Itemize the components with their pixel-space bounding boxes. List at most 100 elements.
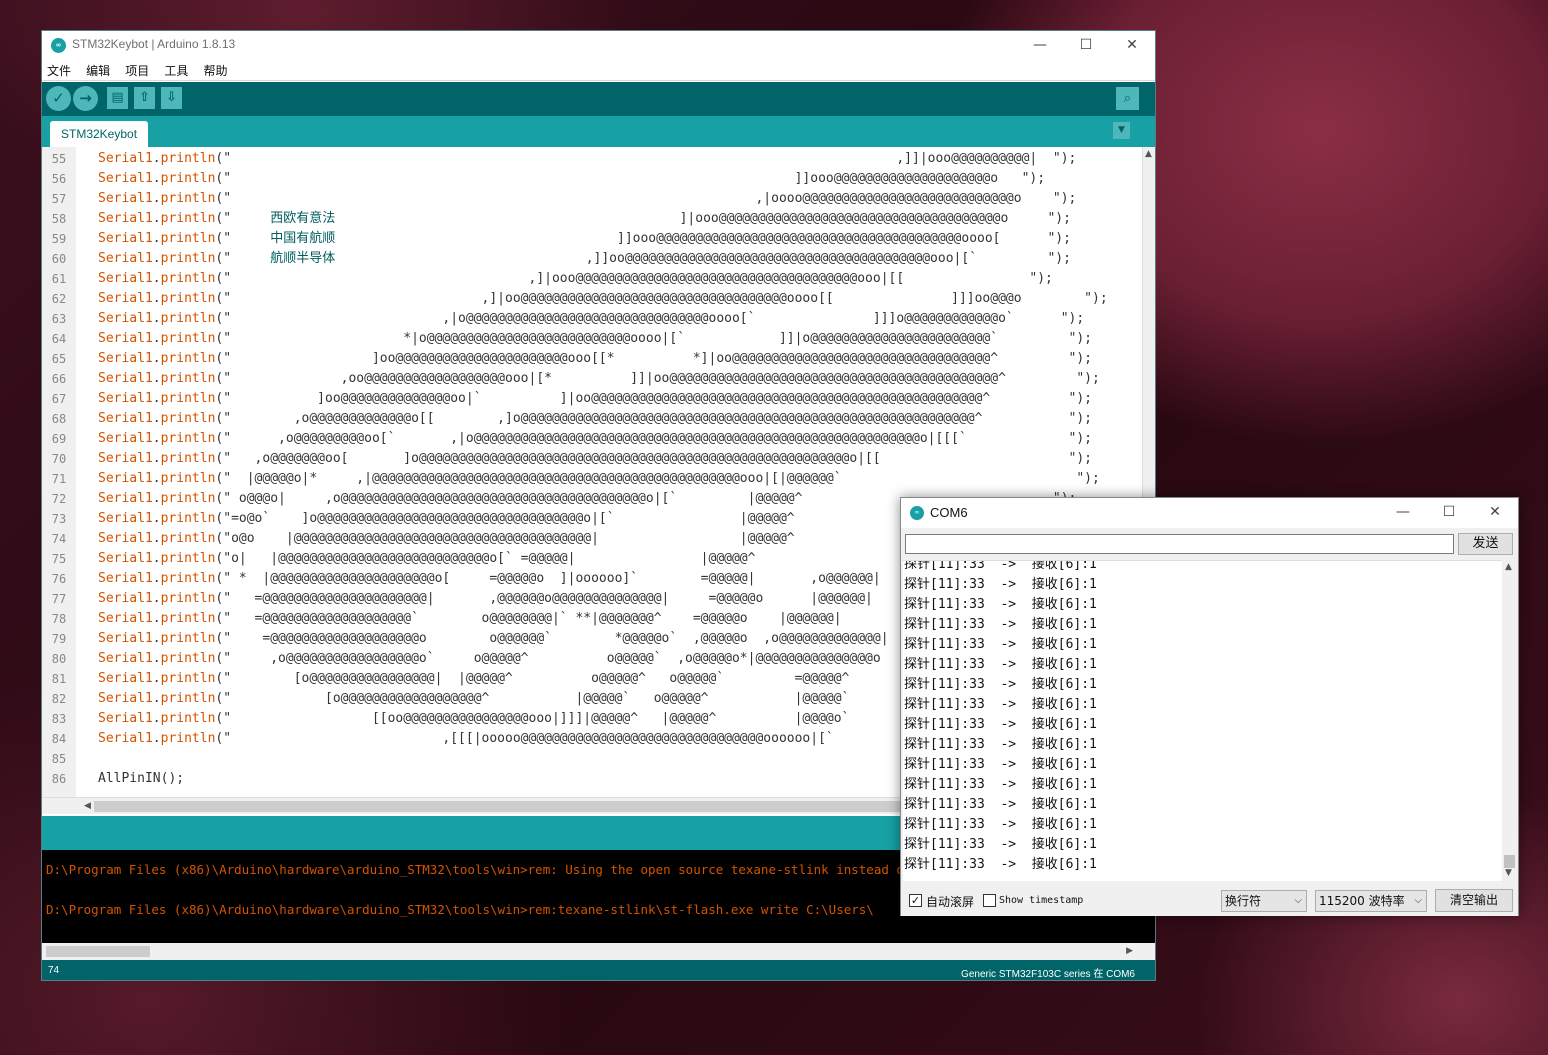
new-sketch-button[interactable]: ▤ [107, 87, 128, 109]
menu-tools[interactable]: 工具 [159, 60, 193, 79]
serial-output-line: 探针[11]:33 -> 接收[6]:1 [904, 857, 1097, 872]
line-number: 70 [51, 452, 67, 466]
code-line: 66 Serial1.println(" ,oo@@@@@@@@@@@@@@@@@… [42, 369, 1155, 389]
scrollbar-thumb[interactable] [1504, 855, 1515, 868]
scrollbar-thumb[interactable] [94, 801, 944, 812]
line-number: 67 [51, 392, 67, 406]
menu-sketch[interactable]: 项目 [120, 60, 154, 79]
verify-button[interactable]: ✓ [46, 86, 71, 111]
upload-button[interactable]: → [73, 86, 98, 111]
code-line: 56 Serial1.println(" ]]ooo@@@@@@@@@@@@@@@… [42, 169, 1155, 189]
line-number: 82 [51, 692, 67, 706]
code-text: Serial1.println(" ,|oooo@@@@@@@@@@@@@@@@… [98, 191, 1077, 206]
serial-output-line: 探针[11]:33 -> 接收[6]:1 [904, 757, 1097, 772]
line-number: 69 [51, 432, 67, 446]
maximize-button[interactable]: ☐ [1426, 498, 1472, 527]
minimize-button[interactable]: — [1017, 31, 1063, 60]
line-number: 81 [51, 672, 67, 686]
console-horizontal-scrollbar[interactable]: ▶ [42, 943, 1155, 960]
tab-menu-button[interactable]: ▼ [1113, 122, 1130, 139]
autoscroll-checkbox[interactable]: ✓ [909, 894, 922, 907]
serial-output-line: 探针[11]:33 -> 接收[6]:1 [904, 717, 1097, 732]
code-text: Serial1.println(" ,oo@@@@@@@@@@@@@@@@@@o… [98, 371, 1100, 386]
serial-output-line: 探针[11]:33 -> 接收[6]:1 [904, 777, 1097, 792]
line-number: 75 [51, 552, 67, 566]
serial-output-line: 探针[11]:33 -> 接收[6]:1 [904, 617, 1097, 632]
line-number: 84 [51, 732, 67, 746]
baud-rate-select[interactable]: 115200 波特率 ⌵ [1315, 890, 1427, 912]
status-bar: 74 Generic STM32F103C series 在 COM6 [42, 960, 1155, 980]
serial-output-line: 探针[11]:33 -> 接收[6]:1 [904, 657, 1097, 672]
serial-vertical-scrollbar[interactable]: ▲ ▼ [1502, 560, 1517, 881]
minimize-button[interactable]: — [1380, 498, 1426, 527]
baud-rate-value: 115200 波特率 [1319, 894, 1405, 908]
scroll-down-icon: ▼ [1505, 868, 1512, 878]
serial-titlebar[interactable]: ∞ COM6 — ☐ ✕ [901, 498, 1518, 528]
code-line: 63 Serial1.println(" ,|o@@@@@@@@@@@@@@@@@… [42, 309, 1155, 329]
clear-output-button[interactable]: 清空输出 [1435, 889, 1513, 912]
serial-monitor-button[interactable]: ⌕ [1116, 87, 1139, 110]
arduino-logo-icon: ∞ [910, 506, 924, 520]
menu-help[interactable]: 帮助 [198, 60, 232, 79]
menu-bar: 文件 编辑 项目 工具 帮助 [42, 60, 1155, 81]
code-line: 57 Serial1.println(" ,|oooo@@@@@@@@@@@@@@… [42, 189, 1155, 209]
send-button[interactable]: 发送 [1458, 533, 1513, 555]
code-line: 59 Serial1.println(" 中国有航顺 ]]ooo@@@@@@@@@… [42, 229, 1155, 249]
code-line: 55 Serial1.println(" ,]]|ooo@@@@@@@@@@| "… [42, 149, 1155, 169]
serial-send-input[interactable] [905, 534, 1454, 554]
serial-output-line: 探针[11]:33 -> 接收[6]:1 [904, 560, 1097, 572]
window-title: STM32Keybot | Arduino 1.8.13 [72, 37, 236, 51]
magnifier-icon: ⌕ [1123, 91, 1132, 106]
code-text: Serial1.println(" ,o@@@@@@@@@oo[` ,|o@@@… [98, 431, 1093, 446]
code-line: 58 Serial1.println(" 西欧有意法 ]|ooo@@@@@@@@@… [42, 209, 1155, 229]
code-text: AllPinIN(); [98, 771, 185, 786]
serial-output-line: 探针[11]:33 -> 接收[6]:1 [904, 637, 1097, 652]
line-number: 60 [51, 252, 67, 266]
code-line: 65 Serial1.println(" ]oo@@@@@@@@@@@@@@@@@… [42, 349, 1155, 369]
line-number-status: 74 [48, 965, 60, 976]
code-text: Serial1.println(" ,o@@@@@@@oo[ ]o@@@@@@@… [98, 451, 1093, 466]
code-text: Serial1.println(" 航顺半导体 ,]]oo@@@@@@@@@@@… [98, 251, 1071, 266]
scroll-up-icon: ▲ [1145, 149, 1152, 159]
arrow-down-icon: ⇩ [166, 90, 177, 105]
serial-output[interactable]: 探针[11]:33 -> 接收[6]:1 探针[11]:33 -> 接收[6]:1… [903, 560, 1502, 881]
serial-output-line: 探针[11]:33 -> 接收[6]:1 [904, 817, 1097, 832]
line-number: 58 [51, 212, 67, 226]
scroll-left-icon: ◀ [84, 801, 91, 811]
close-button[interactable]: ✕ [1472, 498, 1518, 527]
menu-edit[interactable]: 编辑 [81, 60, 115, 79]
menu-file[interactable]: 文件 [42, 60, 76, 79]
new-file-icon: ▤ [111, 90, 124, 105]
arrow-up-icon: ⇧ [139, 90, 150, 105]
code-text: Serial1.println(" ,]|ooo@@@@@@@@@@@@@@@@… [98, 271, 1053, 286]
autoscroll-label: 自动滚屏 [926, 895, 975, 909]
maximize-button[interactable]: ☐ [1063, 31, 1109, 60]
window-titlebar[interactable]: ∞ STM32Keybot | Arduino 1.8.13 — ☐ ✕ [42, 31, 1155, 60]
console-line: D:\Program Files (x86)\Arduino\hardware\… [46, 902, 874, 917]
chevron-down-icon: ▼ [1118, 125, 1125, 135]
code-text: Serial1.println(" ,|o@@@@@@@@@@@@@@@@@@@… [98, 311, 1085, 326]
code-text: Serial1.println(" ]oo@@@@@@@@@@@@@@oo|` … [98, 391, 1093, 406]
serial-output-line: 探针[11]:33 -> 接收[6]:1 [904, 797, 1097, 812]
line-number: 56 [51, 172, 67, 186]
timestamp-label: Show timestamp [999, 895, 1084, 906]
serial-output-line: 探针[11]:33 -> 接收[6]:1 [904, 577, 1097, 592]
line-number: 85 [51, 752, 67, 766]
code-text: Serial1.println(" |@@@@@o|* ,|@@@@@@@@@@… [98, 471, 1100, 486]
serial-output-lines: 探针[11]:33 -> 接收[6]:1 探针[11]:33 -> 接收[6]:1… [903, 560, 1097, 875]
save-sketch-button[interactable]: ⇩ [161, 87, 182, 109]
tab-stm32keybot[interactable]: STM32Keybot [50, 121, 149, 147]
scrollbar-thumb[interactable] [46, 946, 150, 957]
code-text: Serial1.println(" ]]ooo@@@@@@@@@@@@@@@@@… [98, 171, 1046, 186]
close-button[interactable]: ✕ [1109, 31, 1155, 60]
line-number: 68 [51, 412, 67, 426]
line-number: 83 [51, 712, 67, 726]
line-ending-select[interactable]: 换行符 ⌵ [1221, 890, 1307, 912]
open-sketch-button[interactable]: ⇧ [134, 87, 155, 109]
line-number: 80 [51, 652, 67, 666]
line-number: 57 [51, 192, 67, 206]
serial-window-title: COM6 [930, 505, 968, 520]
code-line: 64 Serial1.println(" *|o@@@@@@@@@@@@@@@@@… [42, 329, 1155, 349]
line-number: 78 [51, 612, 67, 626]
timestamp-checkbox[interactable] [983, 894, 996, 907]
